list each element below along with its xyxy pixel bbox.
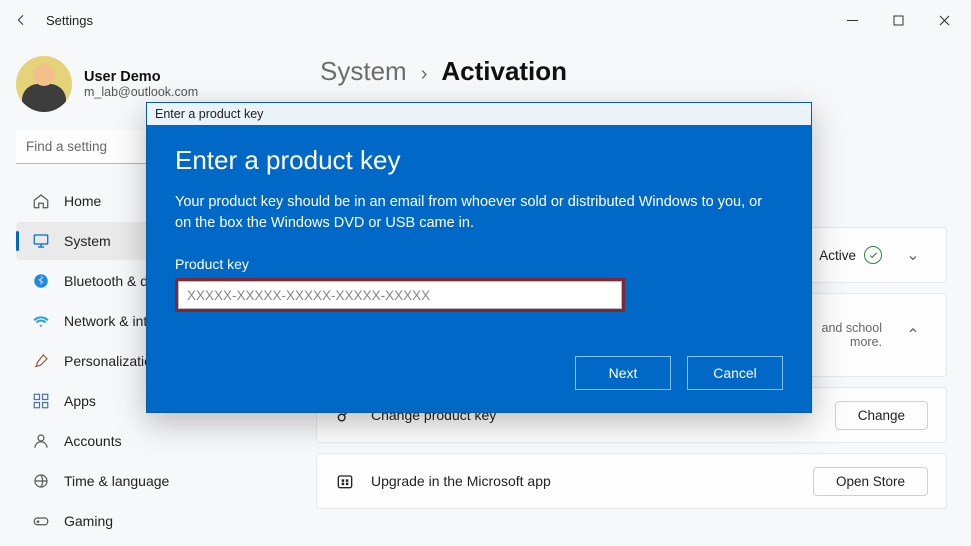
- change-button[interactable]: Change: [835, 401, 928, 430]
- bluetooth-icon: [32, 272, 50, 290]
- paintbrush-icon: [32, 352, 50, 370]
- wifi-icon: [32, 312, 50, 330]
- sidebar-item-label: Apps: [64, 393, 96, 409]
- product-key-input[interactable]: [178, 281, 622, 309]
- breadcrumb-separator: ›: [421, 63, 428, 86]
- globe-clock-icon: [32, 472, 50, 490]
- sidebar-item-accounts[interactable]: Accounts: [16, 422, 290, 460]
- status-value: Active: [819, 248, 856, 263]
- store-icon: [335, 471, 355, 491]
- gaming-icon: [32, 512, 50, 530]
- next-button[interactable]: Next: [575, 356, 671, 390]
- sidebar-item-label: Gaming: [64, 513, 113, 529]
- back-button[interactable]: [4, 3, 38, 37]
- home-icon: [32, 192, 50, 210]
- accounts-icon: [32, 432, 50, 450]
- enter-product-key-dialog: Enter a product key Enter a product key …: [146, 102, 812, 413]
- minimize-button[interactable]: [829, 0, 875, 40]
- maximize-button[interactable]: [875, 0, 921, 40]
- chevron-down-icon[interactable]: ⌄: [898, 245, 928, 265]
- sidebar-item-gaming[interactable]: Gaming: [16, 502, 290, 540]
- apps-icon: [32, 392, 50, 410]
- store-upgrade-card: Upgrade in the Microsoft app Open Store: [316, 453, 947, 509]
- store-upgrade-label: Upgrade in the Microsoft app: [371, 473, 551, 489]
- chevron-up-icon[interactable]: ⌃: [898, 325, 928, 345]
- close-button[interactable]: [921, 0, 967, 40]
- check-icon: [864, 246, 882, 264]
- account-info-text: and school more.: [822, 321, 882, 349]
- breadcrumb-parent[interactable]: System: [320, 56, 407, 87]
- user-name: User Demo: [84, 69, 198, 85]
- settings-window: Settings User Demo m_lab@outlook.com: [0, 0, 971, 546]
- user-email: m_lab@outlook.com: [84, 85, 198, 99]
- product-key-label: Product key: [175, 256, 783, 272]
- breadcrumb: System › Activation: [320, 56, 947, 87]
- sidebar-item-label: Home: [64, 193, 101, 209]
- sidebar-item-time[interactable]: Time & language: [16, 462, 290, 500]
- breadcrumb-current: Activation: [441, 56, 567, 87]
- system-icon: [32, 232, 50, 250]
- sidebar-item-label: System: [64, 233, 111, 249]
- product-key-input-highlight: [175, 278, 625, 312]
- open-store-button[interactable]: Open Store: [813, 467, 928, 496]
- app-title: Settings: [46, 13, 93, 28]
- dialog-body-text: Your product key should be in an email f…: [175, 192, 775, 234]
- cancel-button[interactable]: Cancel: [687, 356, 783, 390]
- dialog-heading: Enter a product key: [175, 145, 783, 176]
- titlebar: Settings: [0, 0, 971, 40]
- sidebar-item-label: Accounts: [64, 433, 122, 449]
- status-badge: Active: [819, 246, 882, 264]
- avatar: [16, 56, 72, 112]
- sidebar-item-label: Time & language: [64, 473, 169, 489]
- dialog-title: Enter a product key: [147, 103, 811, 125]
